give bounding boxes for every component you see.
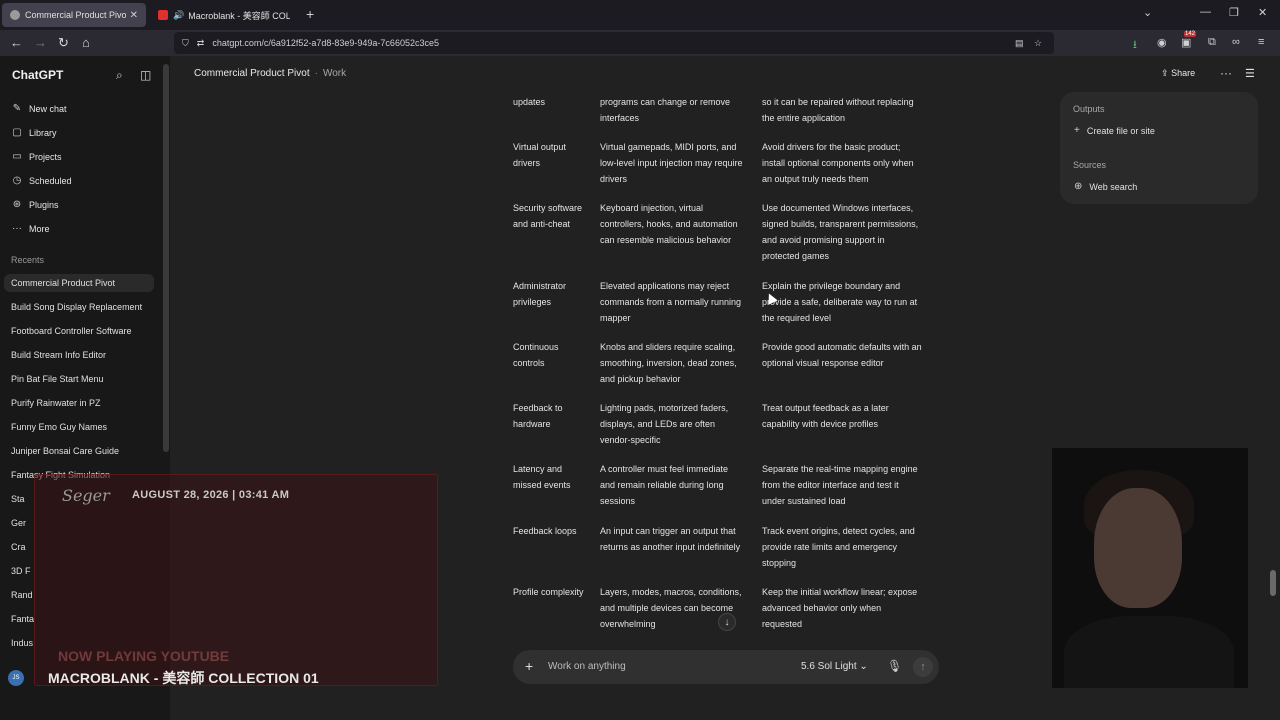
chatgpt-favicon-icon — [10, 10, 20, 20]
create-file-button[interactable]: + Create file or site — [1074, 125, 1155, 136]
plugin-icon: ⊛ — [12, 199, 22, 210]
edit-icon: ✎ — [12, 103, 22, 114]
overlay-signature: Seger — [62, 486, 110, 505]
recents-heading: Recents — [11, 255, 45, 265]
recent-chat-item[interactable]: Build Song Display Replacement — [11, 302, 142, 312]
recent-chat-item[interactable]: 3D F — [11, 566, 31, 576]
close-tab-icon[interactable]: ✕ — [130, 10, 138, 21]
search-icon[interactable]: ⌕ — [116, 68, 123, 83]
browser-tab-bar: Commercial Product Pivot ✕ 🔊 Macroblank … — [0, 0, 1280, 30]
recent-chat-item[interactable]: Pin Bat File Start Menu — [11, 374, 104, 384]
download-icon[interactable]: ⭳ — [1133, 36, 1137, 55]
tab-list-icon[interactable]: ⌄ — [1143, 6, 1152, 19]
brand-logo[interactable]: ChatGPT — [12, 68, 63, 82]
url-text: chatgpt.com/c/6a912f52-a7d8-83e9-949a-7c… — [212, 38, 439, 48]
bookmark-star-icon[interactable]: ☆ — [1034, 38, 1042, 49]
microphone-icon[interactable]: 🎙 — [887, 659, 902, 673]
scroll-down-icon[interactable]: ↓ — [718, 613, 736, 631]
library-icon: ▢ — [12, 127, 22, 138]
outputs-heading: Outputs — [1073, 104, 1105, 114]
url-bar[interactable]: ⛉ ⇄ chatgpt.com/c/6a912f52-a7d8-83e9-949… — [174, 32, 1054, 54]
extension-badge-count: 142 — [1184, 31, 1197, 37]
sidebar-item-projects[interactable]: ▭ Projects — [11, 151, 61, 162]
maximize-icon[interactable]: ❐ — [1229, 6, 1239, 19]
home-icon[interactable]: ⌂ — [82, 35, 90, 50]
prompt-input[interactable]: Work on anything — [548, 661, 626, 672]
extension-badge-icon[interactable]: ▣ — [1181, 36, 1191, 49]
more-icon: ··· — [12, 223, 22, 234]
recent-chat-item[interactable]: Sta — [11, 494, 25, 504]
globe-icon: ⊕ — [1074, 181, 1083, 192]
composer: + Work on anything 5.6 Sol Light ⌄ 🎙 ↑ — [513, 650, 939, 684]
web-search-button[interactable]: ⊕ Web search — [1074, 181, 1137, 192]
avatar[interactable]: JS — [8, 670, 24, 686]
chevron-down-icon: ⌄ — [859, 661, 868, 672]
overlay-date: AUGUST 28, 2026 | 03:41 AM — [132, 489, 290, 501]
minimize-icon[interactable]: — — [1200, 6, 1211, 18]
reload-icon[interactable]: ↻ — [58, 35, 69, 51]
sidebar-item-more[interactable]: ··· More — [11, 223, 50, 234]
recent-chat-item[interactable]: Purify Rainwater in PZ — [11, 398, 101, 408]
recent-chat-item[interactable]: Juniper Bonsai Care Guide — [11, 446, 119, 456]
new-tab-icon[interactable]: + — [306, 6, 314, 22]
recent-chat-item[interactable]: Footboard Controller Software — [11, 326, 132, 336]
share-button[interactable]: ⇪ Share — [1161, 68, 1195, 79]
sidebar-item-scheduled[interactable]: ◷ Scheduled — [11, 175, 72, 186]
shield-icon[interactable]: ⛉ — [182, 38, 189, 49]
plus-icon: + — [1074, 125, 1080, 136]
recent-chat-item[interactable]: Fanta — [11, 614, 34, 624]
folder-icon: ▭ — [12, 151, 22, 162]
site-info-icon[interactable]: ⇄ — [197, 38, 205, 49]
overlay-track-title: MACROBLANK - 美容師 COLLECTION 01 — [48, 670, 319, 686]
share-icon: ⇪ — [1161, 68, 1169, 78]
tab-title: Macroblank - 美容師 COLLE — [188, 10, 290, 21]
overlay-now-playing: NOW PLAYING YOUTUBE — [58, 648, 230, 664]
more-options-icon[interactable]: ··· — [1220, 66, 1232, 80]
reader-view-icon[interactable]: ▤ — [1015, 38, 1024, 49]
model-selector[interactable]: 5.6 Sol Light ⌄ — [801, 661, 868, 672]
webcam-feed — [1052, 448, 1248, 688]
add-attachment-icon[interactable]: + — [525, 658, 533, 674]
workspace-label: Work — [322, 68, 347, 79]
menu-icon[interactable]: ≡ — [1258, 36, 1264, 48]
webcam-person-face — [1094, 488, 1182, 608]
browser-tab-inactive[interactable]: 🔊 Macroblank - 美容師 COLLE — [150, 3, 298, 27]
side-panel-icon[interactable]: ☰ — [1245, 67, 1255, 80]
recent-chat-item[interactable]: Ger — [11, 518, 26, 528]
sidebar-item-new-chat[interactable]: ✎ New chat — [11, 103, 67, 114]
extensions-icon[interactable]: ⧉ — [1208, 36, 1216, 49]
recent-chat-item[interactable]: Commercial Product Pivot — [4, 274, 154, 292]
browser-tab-active[interactable]: Commercial Product Pivot ✕ — [2, 3, 146, 27]
sidebar-toggle-icon[interactable]: ◫ — [140, 68, 151, 82]
outputs-panel: Outputs + Create file or site Sources ⊕ We… — [1060, 92, 1258, 204]
clock-icon: ◷ — [12, 175, 22, 186]
forward-icon[interactable]: → — [34, 35, 47, 50]
youtube-favicon-icon — [158, 10, 168, 20]
sources-heading: Sources — [1073, 160, 1107, 170]
send-button[interactable]: ↑ — [913, 657, 933, 677]
tab-title: Commercial Product Pivot — [25, 10, 126, 20]
browser-nav-bar: ← → ↻ ⌂ ⛉ ⇄ chatgpt.com/c/6a912f52-a7d8-… — [0, 30, 1280, 56]
close-window-icon[interactable]: ✕ — [1258, 6, 1267, 19]
vr-icon[interactable]: ∞ — [1232, 36, 1240, 48]
sidebar-scrollbar[interactable] — [163, 64, 169, 452]
recent-chat-item[interactable]: Funny Emo Guy Names — [11, 422, 107, 432]
back-icon[interactable]: ← — [10, 35, 23, 50]
account-icon[interactable]: ◉ — [1157, 36, 1167, 49]
recent-chat-item[interactable]: Rand — [11, 590, 33, 600]
sidebar-item-library[interactable]: ▢ Library — [11, 127, 56, 138]
conversation-title: Commercial Product Pivot · Work — [194, 68, 347, 79]
main-scrollbar[interactable] — [1270, 570, 1276, 596]
webcam-person-shirt — [1064, 616, 1234, 688]
sidebar-item-plugins[interactable]: ⊛ Plugins — [11, 199, 59, 210]
recent-chat-item[interactable]: Indus — [11, 638, 33, 648]
audio-playing-icon[interactable]: 🔊 — [173, 10, 184, 21]
recent-chat-item[interactable]: Build Stream Info Editor — [11, 350, 106, 360]
recent-chat-item[interactable]: Cra — [11, 542, 26, 552]
